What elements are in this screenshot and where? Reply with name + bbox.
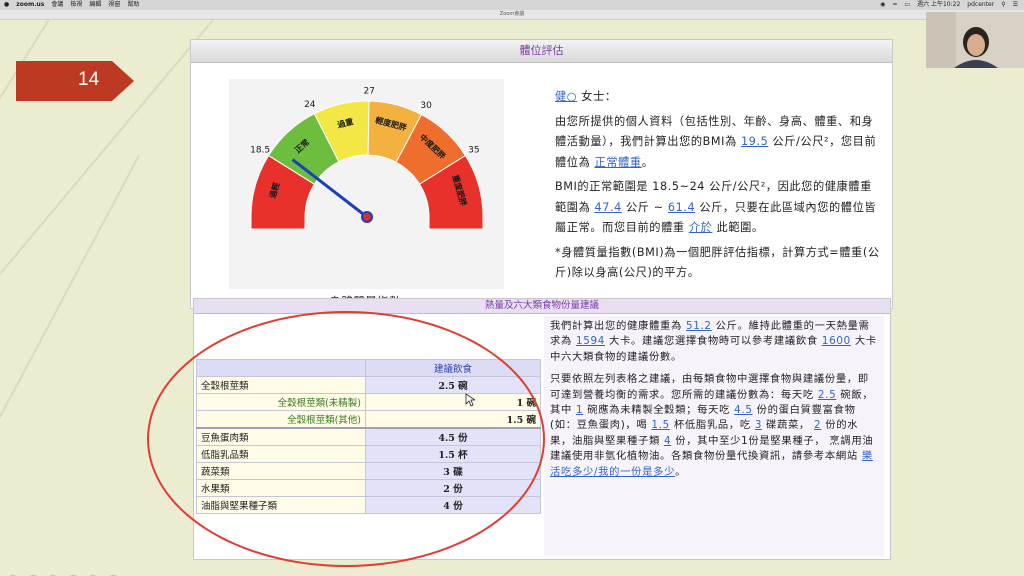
bmi-gauge: 過輕 正常 過重 輕度肥胖 中度肥胖 重度肥胖 18.5 24 27 30 35 bbox=[229, 79, 504, 289]
kcal-plan-link[interactable]: 1600 bbox=[822, 335, 851, 347]
apple-icon[interactable]: ● bbox=[4, 0, 9, 10]
gauge-scale-label: 24 bbox=[304, 100, 316, 110]
gauge-scale-label: 30 bbox=[420, 101, 432, 111]
status-link[interactable]: 正常體重 bbox=[595, 156, 642, 169]
menu-app-name[interactable]: zoom.us bbox=[16, 0, 44, 10]
webcam-video-thumbnail[interactable] bbox=[926, 12, 1024, 68]
menu-window[interactable]: 視窗 bbox=[108, 0, 120, 10]
greeting: 健○ 女士： bbox=[555, 90, 617, 103]
name-link[interactable]: 健○ bbox=[555, 90, 577, 103]
menu-help[interactable]: 幫助 bbox=[127, 0, 139, 10]
healthy-weight-link[interactable]: 51.2 bbox=[686, 320, 712, 332]
weight-max-link[interactable]: 61.4 bbox=[668, 201, 695, 214]
background-stripe bbox=[0, 154, 141, 491]
portion-paragraph: 只要依照左列表格之建議，由每類食物中選擇食物與建議份量，即可達到營養均衡的需求。… bbox=[550, 373, 874, 478]
mac-menu-bar: ● zoom.us 會議 檢視 編輯 視窗 幫助 ◉ ≈ ▭ 週六 上午10:2… bbox=[0, 0, 1024, 10]
participant-video bbox=[926, 12, 1024, 68]
control-center-icon[interactable]: ☰ bbox=[1013, 0, 1018, 10]
weight-min-link[interactable]: 47.4 bbox=[595, 201, 622, 214]
slide-number-badge: 14 bbox=[16, 61, 134, 101]
range-paragraph: BMI的正常範圍是 18.5~24 公斤/公尺²，因此您的健康體重範圍為 47.… bbox=[555, 180, 877, 234]
grain-link[interactable]: 2.5 bbox=[818, 389, 836, 401]
window-title-bar: Zoom會議 bbox=[0, 10, 1024, 20]
gauge-scale-label: 35 bbox=[468, 146, 479, 156]
bmi-note: *身體質量指數(BMI)為一個肥胖評估指標，計算方式=體重(公斤)除以身高(公尺… bbox=[555, 245, 880, 280]
mouse-cursor-icon bbox=[465, 393, 475, 407]
red-annotation-circle bbox=[147, 311, 545, 567]
calorie-paragraph: 我們計算出您的健康體重為 51.2 公斤。維持此體重的一天熱量需求為 1594 … bbox=[550, 320, 877, 363]
gauge-needle-hub bbox=[361, 211, 373, 223]
dairy-link[interactable]: 1.5 bbox=[651, 419, 669, 431]
battery-icon[interactable]: ▭ bbox=[904, 0, 910, 10]
bmi-gauge-chart: 過輕正常過重 輕度肥胖中度肥胖重度肥胖18.524273035 bbox=[229, 79, 504, 289]
gauge-scale-label: 18.5 bbox=[250, 146, 270, 156]
user-name[interactable]: pdcenter bbox=[967, 0, 994, 10]
menu-edit[interactable]: 編輯 bbox=[89, 0, 101, 10]
kcal-need-link[interactable]: 1594 bbox=[576, 335, 605, 347]
protein-link[interactable]: 4.5 bbox=[734, 404, 752, 416]
calorie-advice-text: 我們計算出您的健康體重為 51.2 公斤。維持此體重的一天熱量需求為 1594 … bbox=[550, 319, 878, 487]
panel-title: 熱量及六大類食物份量建議 bbox=[194, 299, 890, 314]
zoom-status-icon[interactable]: ◉ bbox=[880, 0, 885, 10]
menu-meeting[interactable]: 會議 bbox=[51, 0, 63, 10]
vegetable-link[interactable]: 3 bbox=[755, 419, 762, 431]
bmi-result-text: 健○ 女士： 由您所提供的個人資料（包括性別、年齡、身高、體重、和身體活動量），… bbox=[555, 87, 881, 288]
gauge-scale-label: 27 bbox=[363, 87, 374, 97]
bmi-value-link[interactable]: 19.5 bbox=[741, 135, 768, 148]
wifi-icon[interactable]: ≈ bbox=[892, 0, 897, 10]
window-title: Zoom會議 bbox=[499, 11, 525, 17]
range-link[interactable]: 介於 bbox=[689, 221, 713, 234]
slide-number-arrow bbox=[16, 61, 134, 101]
clock[interactable]: 週六 上午10:22 bbox=[917, 0, 960, 10]
bmi-assessment-panel: 體位評估 過輕正常過重輕度肥胖中度肥胖重度肥胖18.524273035 身體質量… bbox=[190, 39, 893, 309]
panel-title: 體位評估 bbox=[191, 40, 892, 63]
slide-number: 14 bbox=[78, 69, 100, 90]
bmi-paragraph: 由您所提供的個人資料（包括性別、年齡、身高、體重、和身體活動量），我們計算出您的… bbox=[555, 114, 877, 169]
search-icon[interactable]: ⚲ bbox=[1001, 0, 1005, 10]
menu-view[interactable]: 檢視 bbox=[70, 0, 82, 10]
